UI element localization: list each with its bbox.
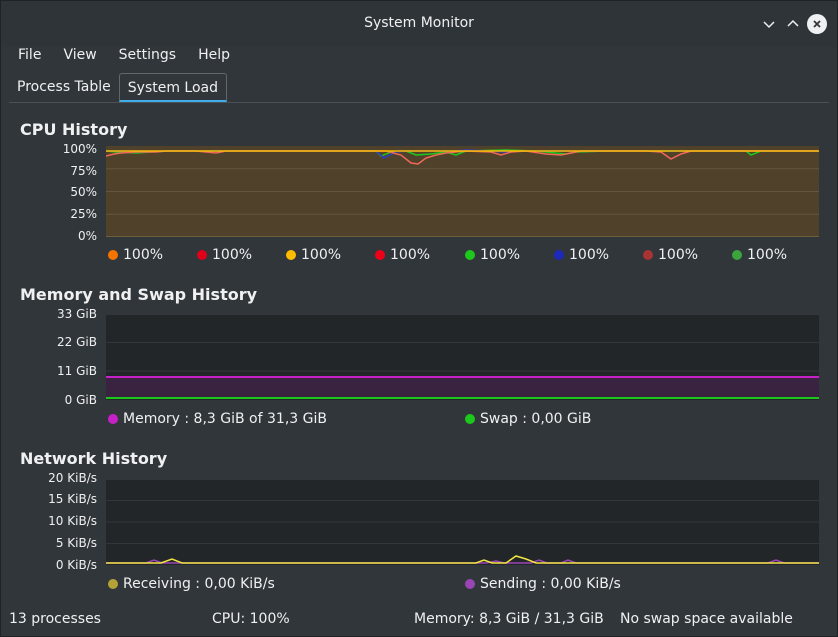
cpu-legend-swatch [554, 250, 564, 260]
cpu-legend-label: 100% [480, 247, 521, 263]
swap-legend-swatch [465, 414, 475, 424]
memory-legend: Memory : 8,3 GiB of 31,3 GiB [108, 411, 327, 427]
tab-content-border [9, 102, 829, 103]
cpu-legend-8: 100% [732, 247, 787, 263]
cpu-ytick: 25% [70, 207, 97, 221]
cpu-legend-label: 100% [747, 247, 788, 263]
cpu-legend-swatch [375, 250, 385, 260]
cpu-legend-swatch [286, 250, 296, 260]
receiving-legend-swatch [108, 579, 118, 589]
network-ytick: 0 KiB/s [55, 558, 97, 572]
system-monitor-window: System Monitor File View Settings Help P… [0, 0, 838, 637]
tab-system-load[interactable]: System Load [118, 73, 228, 102]
network-ytick: 15 KiB/s [48, 492, 97, 506]
cpu-legend-4: 100% [375, 247, 430, 263]
tab-process-table[interactable]: Process Table [9, 73, 119, 102]
chevron-up-icon [787, 19, 799, 27]
status-swap: No swap space available [620, 611, 793, 627]
memory-area-fill [106, 377, 819, 398]
cpu-history-plot [106, 146, 819, 237]
cpu-legend-1: 100% [108, 247, 163, 263]
window-title: System Monitor [364, 15, 474, 31]
network-ytick: 20 KiB/s [48, 471, 97, 485]
close-button[interactable] [807, 14, 827, 34]
cpu-ytick: 100% [62, 142, 97, 156]
cpu-legend-6: 100% [554, 247, 609, 263]
network-history-title: Network History [20, 449, 168, 468]
tab-bar: Process Table System Load [9, 73, 228, 103]
sending-legend-label: Sending : 0,00 KiB/s [480, 576, 621, 592]
swap-legend: Swap : 0,00 GiB [465, 411, 591, 427]
memory-history-title: Memory and Swap History [20, 285, 258, 304]
memory-legend-swatch [108, 414, 118, 424]
cpu-legend-3: 100% [286, 247, 341, 263]
memory-legend-label: Memory : 8,3 GiB of 31,3 GiB [123, 411, 327, 427]
menu-help[interactable]: Help [187, 43, 241, 69]
memory-ytick: 11 GiB [57, 364, 97, 378]
receiving-legend: Receiving : 0,00 KiB/s [108, 576, 275, 592]
cpu-legend-label: 100% [390, 247, 431, 263]
minimize-button[interactable] [759, 14, 779, 34]
swap-legend-label: Swap : 0,00 GiB [480, 411, 592, 427]
cpu-ytick: 0% [77, 229, 97, 243]
sending-legend-swatch [465, 579, 475, 589]
cpu-legend-swatch [108, 250, 118, 260]
maximize-button[interactable] [783, 14, 803, 34]
cpu-legend-label: 100% [212, 247, 253, 263]
memory-ytick: 0 GiB [64, 393, 97, 407]
memory-history-plot [106, 314, 819, 400]
memory-ytick: 33 GiB [57, 307, 97, 321]
titlebar[interactable]: System Monitor [1, 1, 837, 47]
cpu-legend-label: 100% [658, 247, 699, 263]
receiving-legend-label: Receiving : 0,00 KiB/s [123, 576, 275, 592]
cpu-legend-swatch [197, 250, 207, 260]
menubar: File View Settings Help [7, 43, 241, 69]
cpu-legend-label: 100% [123, 247, 164, 263]
cpu-legend-swatch [643, 250, 653, 260]
cpu-legend-label: 100% [301, 247, 342, 263]
cpu-legend-2: 100% [197, 247, 252, 263]
cpu-legend-swatch [732, 250, 742, 260]
cpu-legend-swatch [465, 250, 475, 260]
network-ytick: 5 KiB/s [55, 536, 97, 550]
cpu-legend-label: 100% [569, 247, 610, 263]
cpu-history-title: CPU History [20, 120, 128, 139]
sending-legend: Sending : 0,00 KiB/s [465, 576, 621, 592]
cpu-ytick: 50% [70, 185, 97, 199]
menu-view[interactable]: View [52, 43, 107, 69]
network-ytick: 10 KiB/s [48, 514, 97, 528]
menu-settings[interactable]: Settings [108, 43, 187, 69]
cpu-legend-7: 100% [643, 247, 698, 263]
status-process-count: 13 processes [9, 611, 101, 627]
network-history-plot [106, 479, 819, 565]
chevron-down-icon [763, 21, 775, 29]
status-bar: 13 processes CPU: 100% Memory: 8,3 GiB /… [1, 609, 837, 633]
cpu-ytick: 75% [70, 164, 97, 178]
status-memory: Memory: 8,3 GiB / 31,3 GiB [414, 611, 604, 627]
cpu-legend-5: 100% [465, 247, 520, 263]
close-icon [813, 20, 821, 28]
memory-ytick: 22 GiB [57, 335, 97, 349]
status-cpu: CPU: 100% [212, 611, 290, 627]
menu-file[interactable]: File [7, 43, 52, 69]
